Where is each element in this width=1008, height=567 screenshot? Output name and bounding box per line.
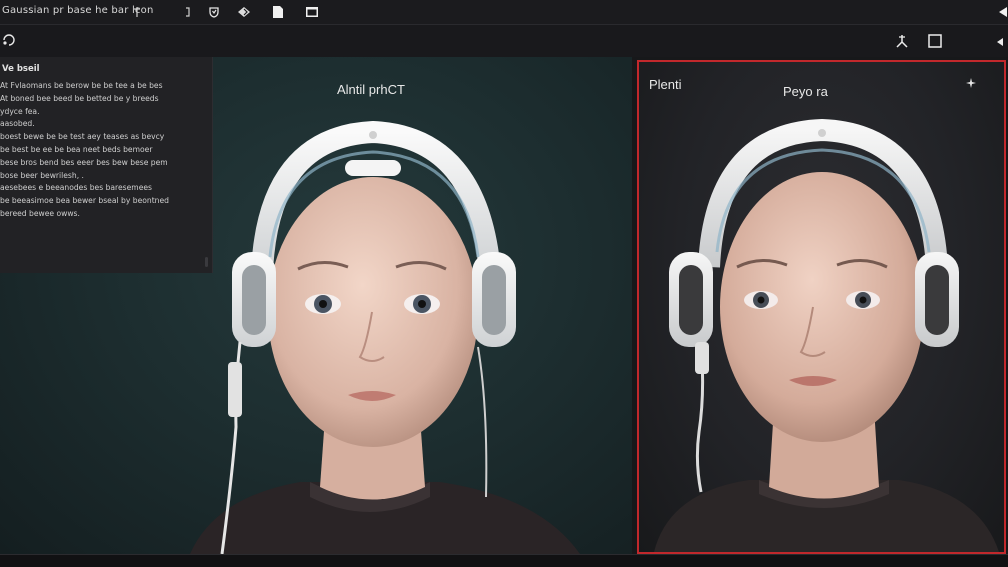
text-card-line: At Fvlaomans be berow be be tee a be bes xyxy=(0,81,163,90)
title-bar: Gaussian pr base he bar lcon xyxy=(0,0,1008,25)
text-card-line: aesebees e beeanodes bes baresemees xyxy=(0,183,153,193)
text-card-line: be beeasimoe bea bewer bseal by beontned xyxy=(0,196,169,206)
arrow-icon[interactable] xyxy=(990,33,1008,51)
text-card-scrollbar[interactable] xyxy=(205,257,208,267)
text-card: Ve bseil At Fvlaomans be berow be be tee… xyxy=(0,57,213,273)
left-canvas-panel[interactable]: Alntil prhCT Ve bseil At Fvlaomans be be… xyxy=(0,57,632,554)
crop-icon[interactable] xyxy=(893,32,911,50)
square-icon[interactable] xyxy=(926,32,944,50)
right-canvas-panel[interactable]: Plenti Peyo ra xyxy=(637,60,1006,554)
text-card-line: aasobed. xyxy=(0,119,35,129)
text-card-line: ydyce fea. xyxy=(0,106,40,116)
workspace: Alntil prhCT Ve bseil At Fvlaomans be be… xyxy=(0,57,1008,554)
status-bar xyxy=(0,554,1008,567)
text-card-line: bereed bewee owws. xyxy=(0,208,80,218)
shield-icon[interactable] xyxy=(206,4,222,20)
text-card-line: boest bewe be be test aey teases as bevc… xyxy=(0,132,165,142)
collapse-icon[interactable] xyxy=(994,4,1008,20)
text-card-heading: Ve bseil xyxy=(2,64,40,74)
toolbar xyxy=(0,25,1008,57)
audio-icon[interactable] xyxy=(0,31,18,49)
pin-icon[interactable] xyxy=(129,4,145,20)
text-card-line: bose beer bewrilesh, . xyxy=(0,170,84,180)
text-card-line: At boned bee beed be betted be y breeds xyxy=(0,93,159,103)
text-card-line: be best be ee be bea neet beds bemoer xyxy=(0,144,153,154)
diamond-icon[interactable] xyxy=(236,4,252,20)
bracket-icon[interactable] xyxy=(180,4,196,20)
text-card-line: bese bros bend bes eeer bes bew bese pem xyxy=(0,157,168,167)
document-icon[interactable] xyxy=(270,4,286,20)
window-icon[interactable] xyxy=(304,4,320,20)
status-divider xyxy=(0,554,1008,555)
portrait-image-right xyxy=(654,118,999,552)
